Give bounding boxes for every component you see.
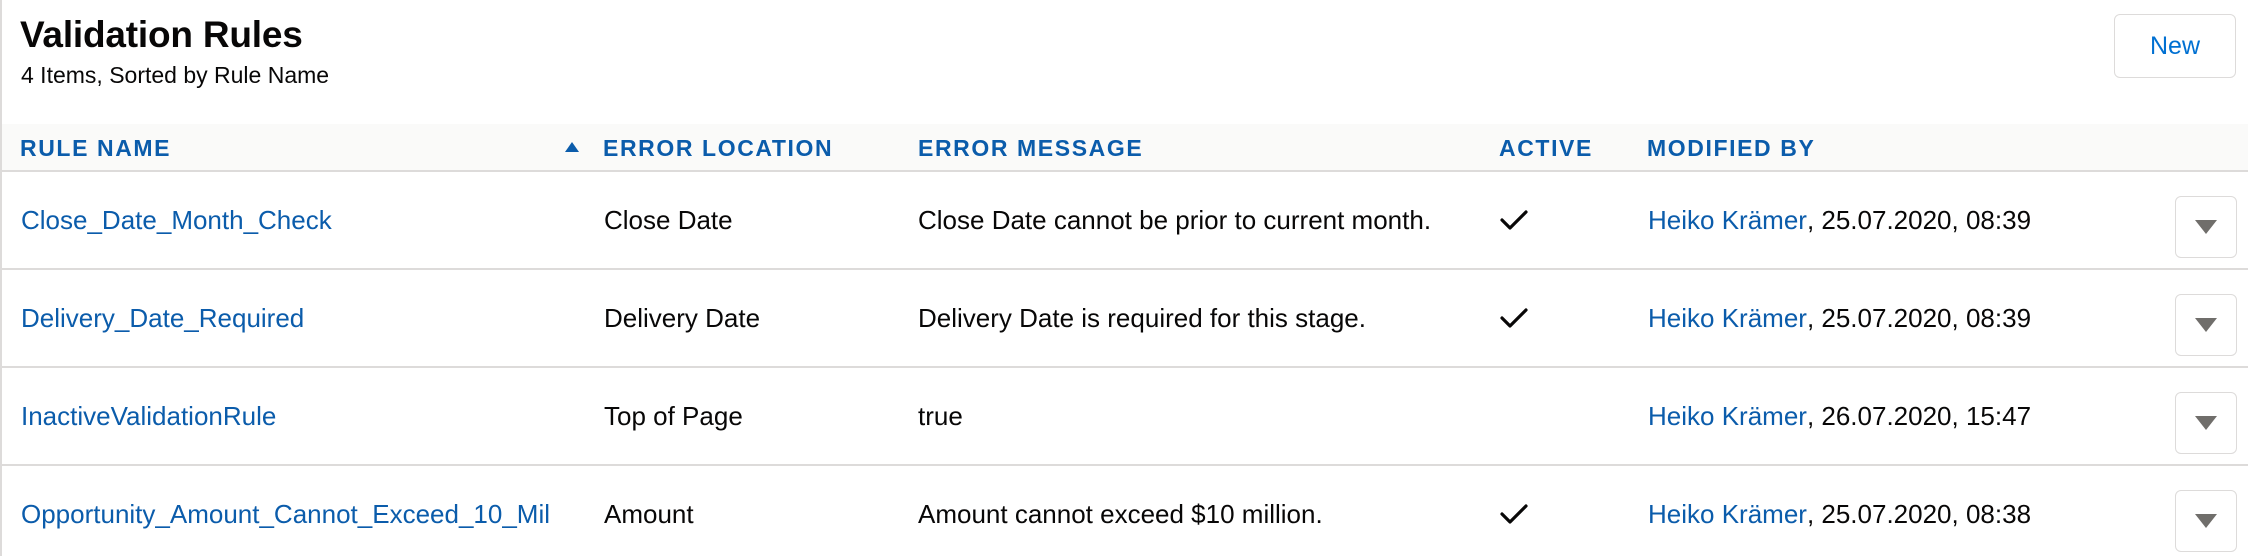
page-title: Validation Rules (20, 14, 303, 55)
validation-rules-card: Validation Rules 4 Items, Sorted by Rule… (0, 0, 2248, 556)
error-location: Amount (604, 498, 694, 529)
list-summary: 4 Items, Sorted by Rule Name (21, 62, 330, 88)
row-actions-button[interactable] (2175, 490, 2237, 552)
column-header-rule-name[interactable]: RULE NAME (20, 124, 580, 172)
modified-date: , 25.07.2020, 08:39 (1806, 204, 2032, 235)
check-icon (1500, 210, 1528, 230)
new-button[interactable]: New (2114, 14, 2236, 78)
column-header-modified-by[interactable]: MODIFIED BY (1647, 124, 1815, 172)
column-header-label: ACTIVE (1499, 134, 1593, 161)
active-cell (1499, 172, 1529, 268)
rule-name-link[interactable]: Opportunity_Amount_Cannot_Exceed_10_Mil (21, 499, 550, 530)
arrow-up-icon (565, 142, 579, 152)
rule-name-link[interactable]: InactiveValidationRule (21, 401, 276, 432)
row-actions-button[interactable] (2175, 392, 2237, 454)
chevron-down-icon (2195, 416, 2217, 430)
row-actions-button[interactable] (2175, 294, 2237, 356)
check-icon (1500, 308, 1528, 328)
column-header-label: MODIFIED BY (1647, 134, 1816, 161)
column-header-label: ERROR LOCATION (603, 134, 834, 161)
error-location: Close Date (604, 204, 733, 235)
column-header-error-location[interactable]: ERROR LOCATION (603, 124, 833, 172)
table-header: RULE NAME ERROR LOCATION ERROR MESSAGE A… (2, 124, 2248, 172)
column-header-label: RULE NAME (20, 134, 172, 161)
list-header: Validation Rules 4 Items, Sorted by Rule… (2, 0, 2248, 124)
check-icon (1500, 504, 1528, 524)
rule-name-link[interactable]: Delivery_Date_Required (21, 303, 304, 334)
rule-name-link[interactable]: Close_Date_Month_Check (21, 205, 332, 236)
column-header-error-message[interactable]: ERROR MESSAGE (918, 124, 1143, 172)
table-row: InactiveValidationRule Top of Page true … (2, 368, 2248, 466)
modified-by-user-link[interactable]: Heiko Krämer (1648, 205, 1807, 236)
error-location: Top of Page (604, 400, 743, 431)
modified-by-user-link[interactable]: Heiko Krämer (1648, 401, 1807, 432)
error-message: Delivery Date is required for this stage… (918, 302, 1366, 333)
active-cell (1499, 270, 1529, 366)
chevron-down-icon (2195, 220, 2217, 234)
active-cell (1499, 466, 1529, 556)
error-location: Delivery Date (604, 302, 761, 333)
chevron-down-icon (2195, 318, 2217, 332)
modified-by-user-link[interactable]: Heiko Krämer (1648, 303, 1807, 334)
modified-by-user-link[interactable]: Heiko Krämer (1648, 499, 1807, 530)
error-message: Close Date cannot be prior to current mo… (918, 204, 1432, 235)
column-header-active[interactable]: ACTIVE (1499, 124, 1593, 172)
table-row: Delivery_Date_Required Delivery Date Del… (2, 270, 2248, 368)
table-row: Close_Date_Month_Check Close Date Close … (2, 172, 2248, 270)
modified-date: , 26.07.2020, 15:47 (1806, 400, 2032, 431)
row-actions-button[interactable] (2175, 196, 2237, 258)
modified-date: , 25.07.2020, 08:39 (1806, 302, 2032, 333)
error-message: true (918, 400, 963, 431)
error-message: Amount cannot exceed $10 million. (918, 498, 1323, 529)
table-row: Opportunity_Amount_Cannot_Exceed_10_Mil … (2, 466, 2248, 556)
chevron-down-icon (2195, 514, 2217, 528)
modified-date: , 25.07.2020, 08:38 (1806, 498, 2032, 529)
column-header-label: ERROR MESSAGE (918, 134, 1144, 161)
